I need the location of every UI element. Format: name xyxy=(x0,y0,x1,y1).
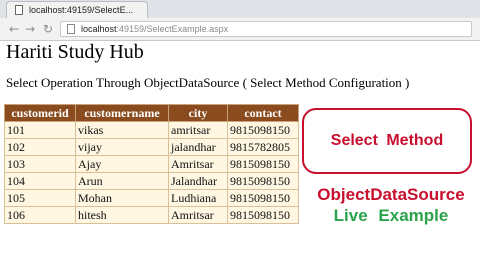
header-customerid: customerid xyxy=(4,104,76,122)
cell-customerid: 105 xyxy=(4,189,76,207)
table-row: 102 vijay jalandhar 9815782805 xyxy=(4,138,299,156)
reload-icon[interactable]: ↻ xyxy=(40,21,56,37)
address-bar[interactable]: localhost:49159/SelectExample.aspx xyxy=(60,21,472,37)
url-path: :49159/SelectExample.aspx xyxy=(116,24,229,34)
cell-contact: 9815098150 xyxy=(227,206,299,224)
callout-text: Select Method xyxy=(330,132,444,149)
page-subtitle: Select Operation Through ObjectDataSourc… xyxy=(6,75,410,90)
cell-customerid: 104 xyxy=(4,172,76,190)
cell-contact: 9815098150 xyxy=(227,121,299,139)
cell-customerid: 103 xyxy=(4,155,76,173)
table-row: 103 Ajay Amritsar 9815098150 xyxy=(4,155,299,173)
cell-customername: vijay xyxy=(75,138,169,156)
caption-live-example: Live Example xyxy=(333,206,449,225)
cell-customername: Mohan xyxy=(75,189,169,207)
page-icon xyxy=(67,24,75,34)
table-row: 105 Mohan Ludhiana 9815098150 xyxy=(4,189,299,207)
cell-customerid: 101 xyxy=(4,121,76,139)
tab-title: localhost:49159/SelectE... xyxy=(29,5,134,15)
cell-city: Ludhiana xyxy=(168,189,228,207)
header-contact: contact xyxy=(227,104,299,122)
browser-tab[interactable]: localhost:49159/SelectE... xyxy=(6,1,148,18)
back-arrow-icon[interactable]: ← xyxy=(6,21,22,37)
page-title: Hariti Study Hub xyxy=(6,41,144,63)
cell-customername: Arun xyxy=(75,172,169,190)
page-icon xyxy=(15,5,23,15)
cell-customername: Ajay xyxy=(75,155,169,173)
header-customername: customername xyxy=(75,104,169,122)
browser-titlebar: localhost:49159/SelectE... xyxy=(0,0,480,18)
cell-customername: hitesh xyxy=(75,206,169,224)
header-city: city xyxy=(168,104,228,122)
forward-arrow-icon[interactable]: → xyxy=(22,21,38,37)
cell-contact: 9815782805 xyxy=(227,138,299,156)
cell-contact: 9815098150 xyxy=(227,189,299,207)
select-method-callout: Select Method xyxy=(302,108,472,174)
table-header-row: customerid customername city contact xyxy=(4,104,299,122)
cell-city: Amritsar xyxy=(168,155,228,173)
cell-customername: vikas xyxy=(75,121,169,139)
cell-customerid: 102 xyxy=(4,138,76,156)
url-host: localhost xyxy=(81,24,117,34)
table-row: 106 hitesh Amritsar 9815098150 xyxy=(4,206,299,224)
cell-city: Amritsar xyxy=(168,206,228,224)
table-row: 101 vikas amritsar 9815098150 xyxy=(4,121,299,139)
cell-contact: 9815098150 xyxy=(227,172,299,190)
cell-city: Jalandhar xyxy=(168,172,228,190)
cell-city: amritsar xyxy=(168,121,228,139)
url-text: localhost:49159/SelectExample.aspx xyxy=(81,22,228,36)
customer-table: customerid customername city contact 101… xyxy=(4,104,299,224)
cell-contact: 9815098150 xyxy=(227,155,299,173)
browser-toolbar: ← → ↻ localhost:49159/SelectExample.aspx xyxy=(0,18,480,41)
table-row: 104 Arun Jalandhar 9815098150 xyxy=(4,172,299,190)
caption-objectdatasource: ObjectDataSource xyxy=(317,185,465,204)
cell-customerid: 106 xyxy=(4,206,76,224)
cell-city: jalandhar xyxy=(168,138,228,156)
